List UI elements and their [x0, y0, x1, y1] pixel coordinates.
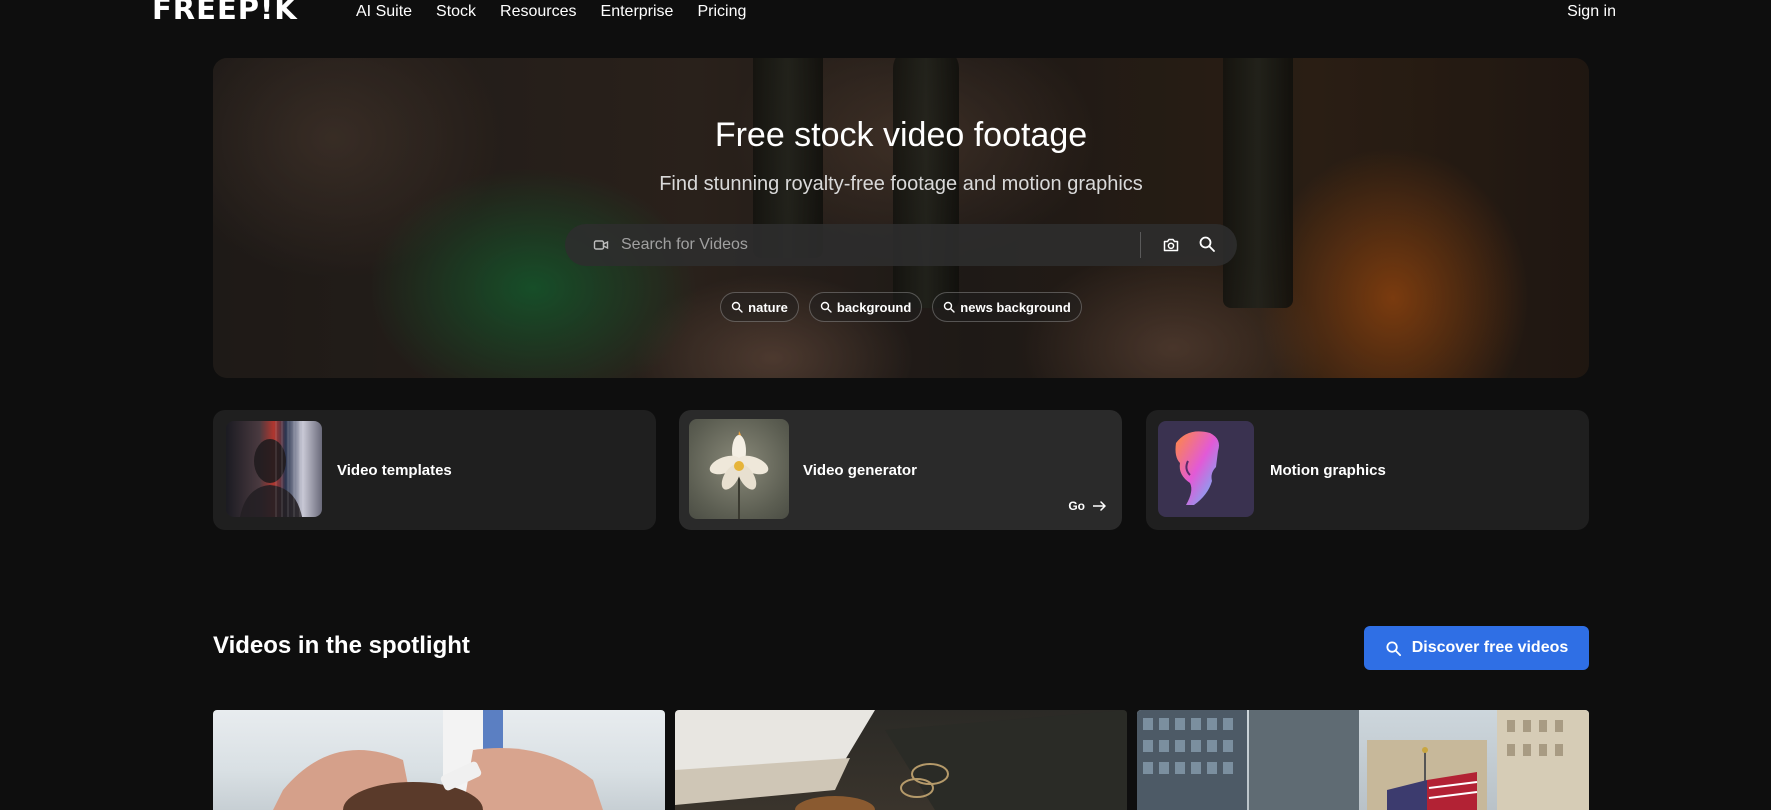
search-icon: [1386, 640, 1401, 656]
search-icon: [731, 301, 743, 313]
search-divider: [1140, 232, 1141, 258]
video-templates-thumbnail: [226, 421, 322, 517]
hero-subtitle: Find stunning royalty-free footage and m…: [659, 173, 1143, 195]
hero-overlay: [213, 58, 1589, 378]
arrow-right-icon: [1093, 501, 1106, 511]
go-link[interactable]: Go: [1068, 499, 1106, 513]
discover-free-videos-button[interactable]: Discover free videos: [1364, 626, 1589, 670]
nav-link-ai-suite[interactable]: AI Suite: [356, 2, 412, 22]
nav-link-stock[interactable]: Stock: [436, 2, 476, 22]
video-thumbnail-desk-glasses[interactable]: [675, 710, 1127, 810]
video-generator-thumbnail: [689, 419, 789, 519]
spotlight-title: Videos in the spotlight: [213, 632, 470, 659]
camera-icon[interactable]: [1162, 236, 1180, 254]
video-camera-icon: [593, 240, 609, 250]
card-video-templates[interactable]: Video templates: [213, 410, 656, 530]
card-video-generator[interactable]: Video generator Go: [679, 410, 1122, 530]
nav-links: AI Suite Stock Resources Enterprise Pric…: [356, 2, 746, 22]
hero-banner: Free stock video footage Find stunning r…: [213, 58, 1589, 378]
search-icon: [820, 301, 832, 313]
card-title: Video generator: [803, 462, 917, 479]
video-thumbnail-city-flag[interactable]: [1137, 710, 1589, 810]
colorful-profile-icon: [1175, 431, 1252, 505]
motion-graphics-thumbnail: [1158, 421, 1254, 517]
suggestion-chip-news-background[interactable]: news background: [932, 292, 1082, 322]
suggestion-chip-background[interactable]: background: [808, 292, 923, 322]
search-suggestions: nature background news background: [213, 292, 1589, 322]
city-flag-image: [1137, 710, 1589, 810]
hero-title: Free stock video footage: [714, 116, 1088, 154]
discover-button-label: Discover free videos: [1411, 639, 1569, 656]
card-motion-graphics[interactable]: Motion graphics: [1146, 410, 1589, 530]
top-nav: FREEP!K AI Suite Stock Resources Enterpr…: [0, 0, 1771, 26]
search-input[interactable]: [621, 232, 1121, 258]
video-search-bar: [565, 224, 1237, 266]
suggestion-label: news background: [960, 299, 1071, 315]
sign-in-link[interactable]: Sign in: [1567, 2, 1616, 22]
card-title: Motion graphics: [1270, 462, 1386, 479]
search-icon[interactable]: [1198, 235, 1216, 253]
suggestion-chip-nature[interactable]: nature: [720, 292, 799, 322]
flower-image-icon: [709, 431, 769, 519]
nav-link-resources[interactable]: Resources: [500, 2, 576, 22]
video-thumbnail-doctor-hands[interactable]: [213, 710, 665, 810]
portrait-silhouette-icon: [240, 421, 302, 517]
nav-link-pricing[interactable]: Pricing: [697, 2, 746, 22]
desk-glasses-image: [675, 710, 1127, 810]
card-title: Video templates: [337, 462, 452, 479]
nav-link-enterprise[interactable]: Enterprise: [601, 2, 674, 22]
search-icon: [944, 301, 955, 313]
go-label: Go: [1068, 499, 1085, 513]
doctor-hands-image: [273, 710, 603, 810]
suggestion-label: nature: [748, 299, 788, 315]
freepik-logo[interactable]: FREEP!K: [152, 0, 298, 24]
suggestion-label: background: [836, 299, 912, 315]
